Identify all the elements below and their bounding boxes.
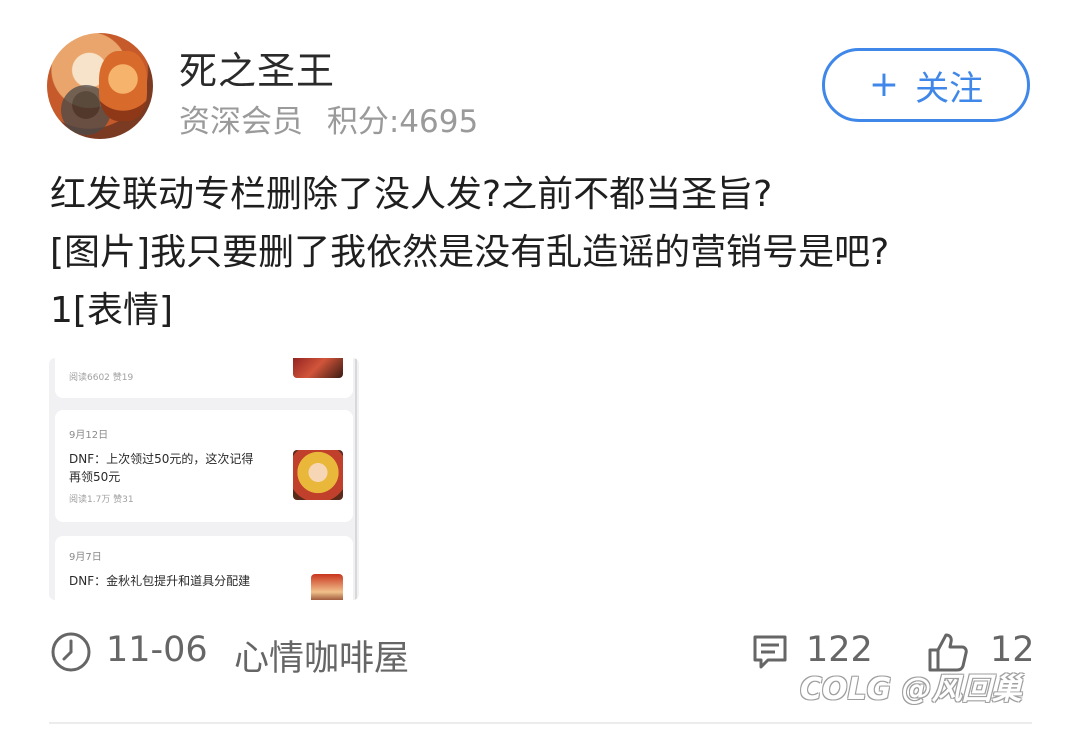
image-card: 阅读6602 赞19 bbox=[55, 358, 353, 398]
watermark: COLG @风回巢 bbox=[800, 672, 1022, 707]
plus-icon: + bbox=[868, 64, 900, 105]
post-time: 11-06 bbox=[106, 630, 208, 670]
image-card-title: DNF：上次领过50元的，这次记得 bbox=[69, 452, 254, 466]
scrollbar bbox=[355, 358, 357, 600]
post-text-line: [图片]我只要删了我依然是没有乱造谣的营销号是吧? bbox=[50, 232, 890, 273]
clock-icon bbox=[51, 632, 91, 672]
post-image[interactable]: 阅读6602 赞19 9月12日 DNF：上次领过50元的，这次记得 再领50元… bbox=[49, 358, 359, 600]
post-content[interactable]: 红发联动专栏删除了没人发?之前不都当圣旨? [图片]我只要删了我依然是没有乱造谣… bbox=[50, 166, 1040, 340]
image-card: 9月12日 DNF：上次领过50元的，这次记得 再领50元 阅读1.7万 赞31 bbox=[55, 410, 353, 522]
post-card: 死之圣王 资深会员 积分:4695 + 关注 红发联动专栏删除了没人发?之前不都… bbox=[0, 0, 1080, 729]
author-meta: 资深会员 积分:4695 bbox=[179, 96, 492, 141]
member-points: 积分:4695 bbox=[326, 104, 479, 140]
post-text-line: 红发联动专栏删除了没人发?之前不都当圣旨? bbox=[50, 174, 773, 215]
avatar[interactable] bbox=[47, 33, 153, 139]
comment-icon[interactable] bbox=[750, 632, 790, 672]
follow-button[interactable]: + 关注 bbox=[822, 48, 1030, 122]
board-name[interactable]: 心情咖啡屋 bbox=[234, 630, 409, 681]
divider bbox=[49, 722, 1032, 724]
image-card-thumbnail bbox=[293, 450, 343, 500]
image-card-stats: 阅读6602 赞19 bbox=[69, 373, 134, 383]
image-card-stats: 阅读1.7万 赞31 bbox=[69, 495, 134, 505]
image-card-date: 9月7日 bbox=[69, 552, 102, 563]
post-text-line: 1[表情] bbox=[50, 290, 173, 331]
author-name[interactable]: 死之圣王 bbox=[179, 40, 335, 95]
image-card-thumbnail bbox=[311, 574, 343, 600]
image-card: 9月7日 DNF：金秋礼包提升和道具分配建 bbox=[55, 536, 353, 600]
image-card-title: DNF：金秋礼包提升和道具分配建 bbox=[69, 574, 251, 588]
image-card-date: 9月12日 bbox=[69, 430, 109, 441]
image-card-thumbnail bbox=[293, 358, 343, 378]
image-card-title: 再领50元 bbox=[69, 470, 121, 484]
member-level: 资深会员 bbox=[179, 104, 303, 140]
follow-label: 关注 bbox=[915, 68, 984, 109]
